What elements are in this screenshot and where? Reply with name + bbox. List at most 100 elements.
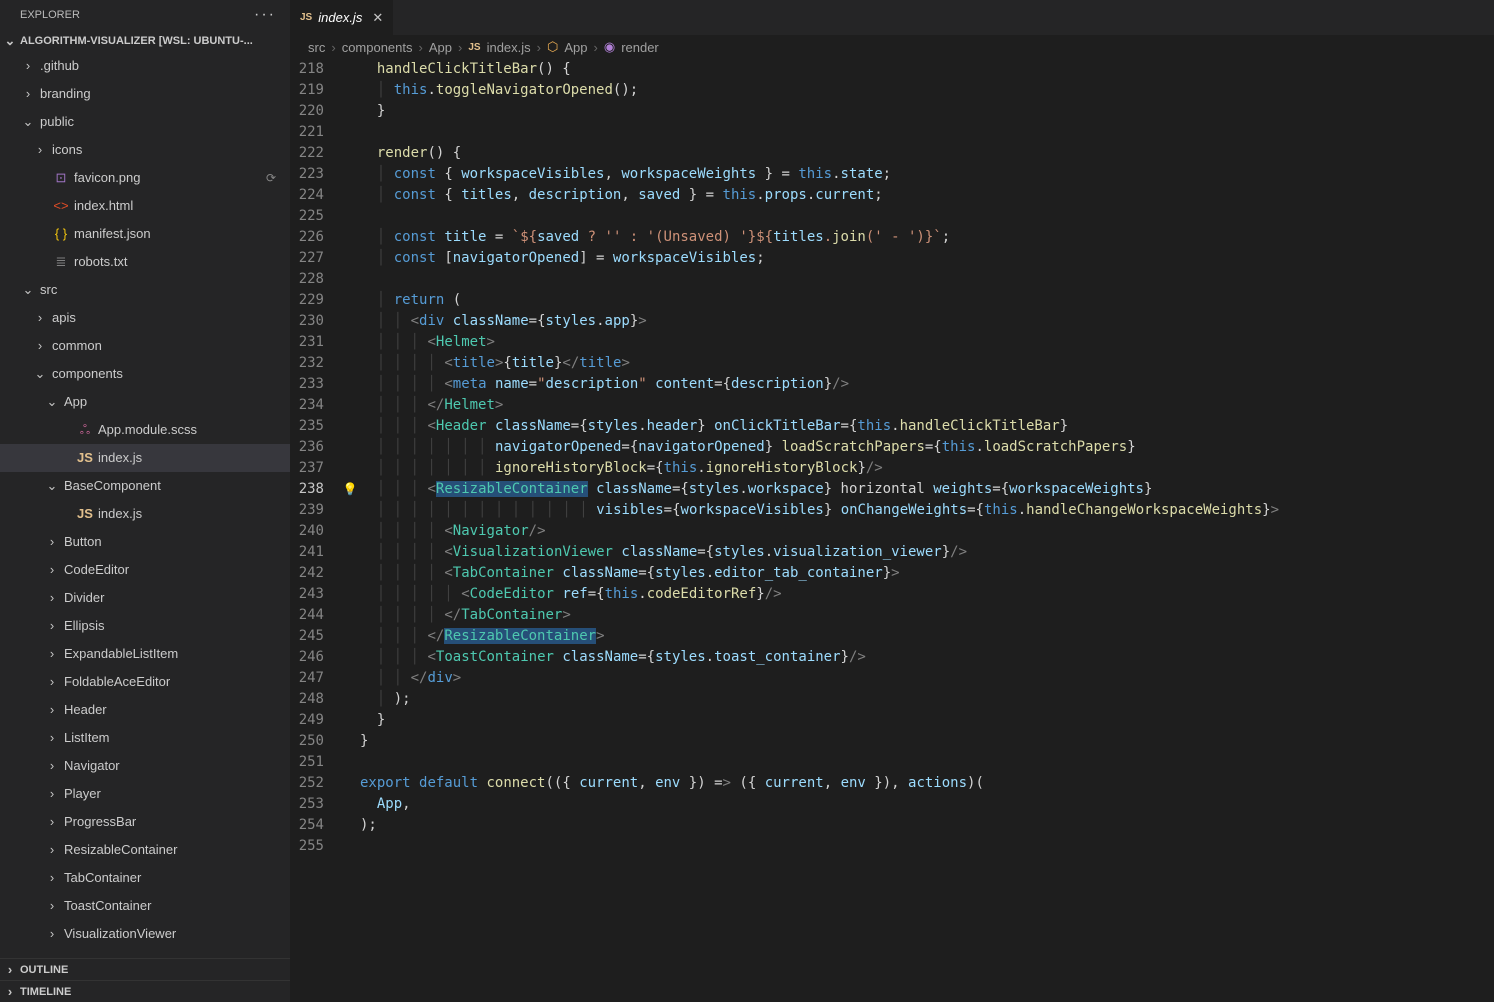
code-line[interactable]: 229 │ return ( <box>290 290 1494 311</box>
tree-folder[interactable]: ›Header <box>0 696 290 724</box>
timeline-section[interactable]: › TIMELINE <box>0 980 290 1002</box>
breadcrumb-item[interactable]: index.js <box>487 40 531 55</box>
tree-item-label: FoldableAceEditor <box>64 671 170 693</box>
outline-section[interactable]: › OUTLINE <box>0 958 290 980</box>
code-line[interactable]: 243 │ │ │ │ │ <CodeEditor ref={this.code… <box>290 584 1494 605</box>
code-line[interactable]: 238💡 │ │ │ <ResizableContainer className… <box>290 479 1494 500</box>
code-line[interactable]: 240 │ │ │ │ <Navigator/> <box>290 521 1494 542</box>
tree-file[interactable]: ஃApp.module.scss <box>0 416 290 444</box>
breadcrumb-item[interactable]: src <box>308 40 325 55</box>
more-icon[interactable]: ··· <box>254 6 276 24</box>
tree-folder[interactable]: ›FoldableAceEditor <box>0 668 290 696</box>
code-line[interactable]: 251 <box>290 752 1494 773</box>
code-line[interactable]: 218 handleClickTitleBar() { <box>290 59 1494 80</box>
code-line[interactable]: 248 │ ); <box>290 689 1494 710</box>
tree-folder[interactable]: ›.github <box>0 52 290 80</box>
project-section-header[interactable]: ⌄ ALGORITHM-VISUALIZER [WSL: UBUNTU-... <box>0 30 290 52</box>
code-line[interactable]: 220 } <box>290 101 1494 122</box>
code-text: │ │ │ │ <VisualizationViewer className={… <box>360 542 967 563</box>
code-line[interactable]: 254); <box>290 815 1494 836</box>
chevron-right-icon: › <box>419 40 423 55</box>
code-line[interactable]: 226 │ const title = `${saved ? '' : '(Un… <box>290 227 1494 248</box>
tree-folder[interactable]: ›icons <box>0 136 290 164</box>
tree-folder[interactable]: ›CodeEditor <box>0 556 290 584</box>
tree-item-label: .github <box>40 55 79 77</box>
breadcrumb-item[interactable]: render <box>621 40 659 55</box>
timeline-label: TIMELINE <box>20 986 71 998</box>
tree-folder[interactable]: ›ResizableContainer <box>0 836 290 864</box>
code-line[interactable]: 232 │ │ │ │ <title>{title}</title> <box>290 353 1494 374</box>
tree-folder[interactable]: ›Player <box>0 780 290 808</box>
code-line[interactable]: 225 <box>290 206 1494 227</box>
line-number: 221 <box>290 122 340 143</box>
code-line[interactable]: 253 App, <box>290 794 1494 815</box>
code-line[interactable]: 247 │ │ </div> <box>290 668 1494 689</box>
code-line[interactable]: 233 │ │ │ │ <meta name="description" con… <box>290 374 1494 395</box>
tree-folder[interactable]: ›Button <box>0 528 290 556</box>
tree-file[interactable]: <>index.html <box>0 192 290 220</box>
line-number: 243 <box>290 584 340 605</box>
breadcrumb-item[interactable]: components <box>342 40 413 55</box>
code-line[interactable]: 224 │ const { titles, description, saved… <box>290 185 1494 206</box>
code-text: │ │ │ │ <Navigator/> <box>360 521 546 542</box>
code-line[interactable]: 222 render() { <box>290 143 1494 164</box>
tree-folder[interactable]: ⌄components <box>0 360 290 388</box>
code-line[interactable]: 230 │ │ <div className={styles.app}> <box>290 311 1494 332</box>
tree-folder[interactable]: ›apis <box>0 304 290 332</box>
code-line[interactable]: 219 │ this.toggleNavigatorOpened(); <box>290 80 1494 101</box>
breadcrumb-item[interactable]: App <box>429 40 452 55</box>
line-number: 245 <box>290 626 340 647</box>
tree-folder[interactable]: ›VisualizationViewer <box>0 920 290 948</box>
code-line[interactable]: 249 } <box>290 710 1494 731</box>
tree-folder[interactable]: ⌄App <box>0 388 290 416</box>
code-line[interactable]: 252export default connect(({ current, en… <box>290 773 1494 794</box>
code-line[interactable]: 244 │ │ │ │ </TabContainer> <box>290 605 1494 626</box>
tree-folder[interactable]: ⌄src <box>0 276 290 304</box>
code-line[interactable]: 242 │ │ │ │ <TabContainer className={sty… <box>290 563 1494 584</box>
tree-folder[interactable]: ›ExpandableListItem <box>0 640 290 668</box>
tree-folder[interactable]: ›common <box>0 332 290 360</box>
tab-index-js[interactable]: JS index.js ✕ <box>290 0 394 35</box>
tree-folder[interactable]: ›branding <box>0 80 290 108</box>
tree-folder[interactable]: ⌄public <box>0 108 290 136</box>
tree-folder[interactable]: ›Navigator <box>0 752 290 780</box>
tree-folder[interactable]: ›TabContainer <box>0 864 290 892</box>
tree-folder[interactable]: ›Divider <box>0 584 290 612</box>
line-number: 252 <box>290 773 340 794</box>
code-line[interactable]: 223 │ const { workspaceVisibles, workspa… <box>290 164 1494 185</box>
breadcrumb[interactable]: src › components › App › JS index.js › ⬡… <box>290 35 1494 59</box>
tree-file[interactable]: JSindex.js <box>0 444 290 472</box>
tree-item-label: favicon.png <box>74 167 141 189</box>
code-line[interactable]: 234 │ │ │ </Helmet> <box>290 395 1494 416</box>
code-line[interactable]: 241 │ │ │ │ <VisualizationViewer classNa… <box>290 542 1494 563</box>
code-text: │ │ │ <Helmet> <box>360 332 495 353</box>
tree-file[interactable]: { }manifest.json <box>0 220 290 248</box>
code-line[interactable]: 239 │ │ │ │ │ │ │ │ │ │ │ │ │ visibles={… <box>290 500 1494 521</box>
code-line[interactable]: 250} <box>290 731 1494 752</box>
code-line[interactable]: 228 <box>290 269 1494 290</box>
code-line[interactable]: 245 │ │ │ </ResizableContainer> <box>290 626 1494 647</box>
close-icon[interactable]: ✕ <box>372 10 383 26</box>
code-line[interactable]: 221 <box>290 122 1494 143</box>
code-line[interactable]: 237 │ │ │ │ │ │ │ ignoreHistoryBlock={th… <box>290 458 1494 479</box>
code-text: │ │ │ </Helmet> <box>360 395 503 416</box>
tree-folder[interactable]: ›ListItem <box>0 724 290 752</box>
code-line[interactable]: 231 │ │ │ <Helmet> <box>290 332 1494 353</box>
code-line[interactable]: 227 │ const [navigatorOpened] = workspac… <box>290 248 1494 269</box>
code-line[interactable]: 235 │ │ │ <Header className={styles.head… <box>290 416 1494 437</box>
tree-folder[interactable]: ›Ellipsis <box>0 612 290 640</box>
tree-file[interactable]: ⊡favicon.png⟳ <box>0 164 290 192</box>
chevron-right-icon: › <box>44 587 60 609</box>
line-number: 241 <box>290 542 340 563</box>
breadcrumb-item[interactable]: App <box>564 40 587 55</box>
tree-folder[interactable]: ›ProgressBar <box>0 808 290 836</box>
tree-file[interactable]: JSindex.js <box>0 500 290 528</box>
code-line[interactable]: 246 │ │ │ <ToastContainer className={sty… <box>290 647 1494 668</box>
tree-folder[interactable]: ›ToastContainer <box>0 892 290 920</box>
code-text: ); <box>360 815 377 836</box>
tree-folder[interactable]: ⌄BaseComponent <box>0 472 290 500</box>
code-line[interactable]: 236 │ │ │ │ │ │ │ navigatorOpened={navig… <box>290 437 1494 458</box>
code-editor[interactable]: 218 handleClickTitleBar() {219 │ this.to… <box>290 59 1494 1002</box>
code-line[interactable]: 255 <box>290 836 1494 857</box>
tree-file[interactable]: ≣robots.txt <box>0 248 290 276</box>
